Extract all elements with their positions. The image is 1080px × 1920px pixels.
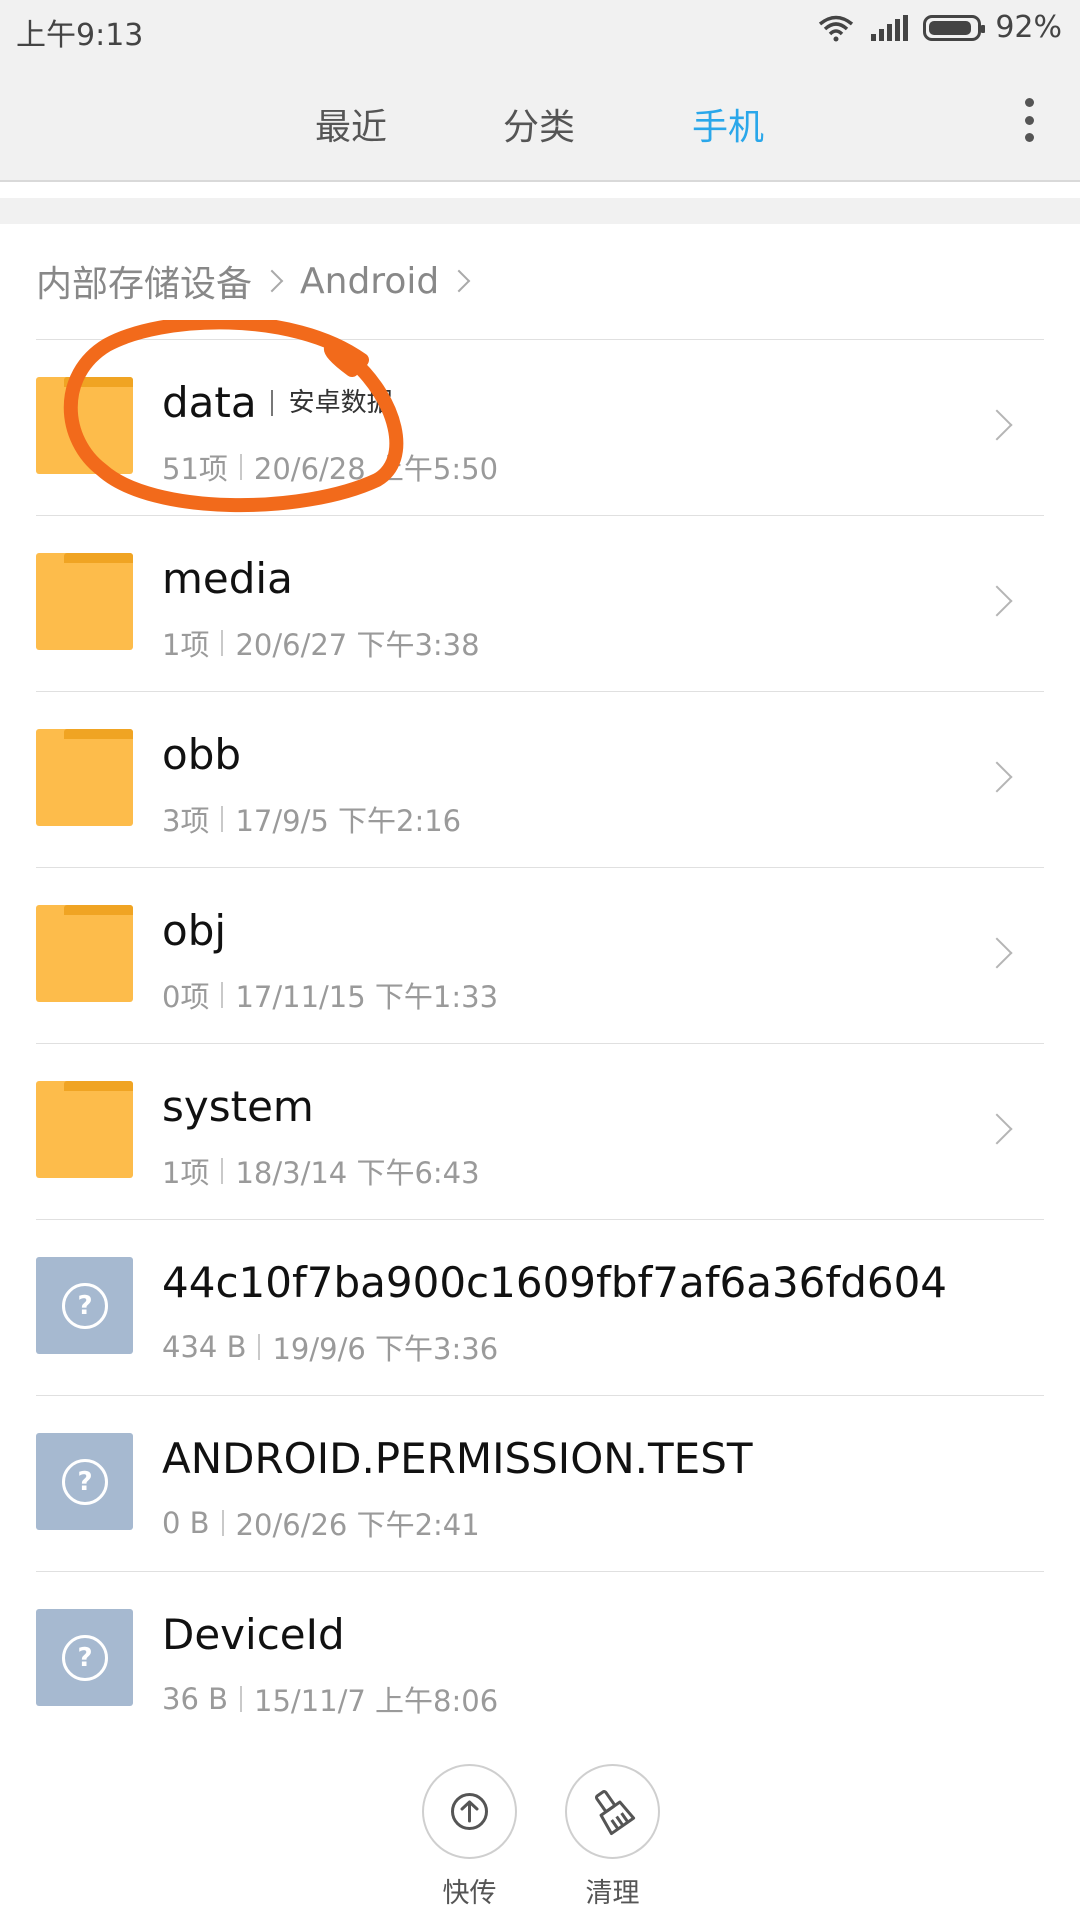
unknown-file-icon: ? [36, 1433, 133, 1530]
status-icons: 92% [817, 10, 1062, 45]
top-bar: 上午9:13 92% 最近 分类 手机 [0, 0, 1080, 182]
share-button[interactable]: 快传 [422, 1764, 517, 1910]
file-size: 0 B [162, 1506, 210, 1540]
chevron-right-icon [981, 761, 1013, 793]
status-bar: 上午9:13 92% [0, 0, 1080, 60]
file-name: obj [162, 906, 227, 955]
file-row-permission-test[interactable]: ? ANDROID.PERMISSION.TEST 0 B 20/6/26 下午2… [36, 1395, 1044, 1571]
file-row-deviceid[interactable]: ? DeviceId 36 B 15/11/7 上午8:06 [36, 1571, 1044, 1748]
file-date: 20/6/27 下午3:38 [235, 628, 480, 662]
upload-icon [422, 1764, 517, 1859]
file-name: DeviceId [162, 1610, 345, 1659]
file-date: 18/3/14 下午6:43 [235, 1156, 480, 1190]
file-name: data [162, 378, 257, 427]
wifi-icon [819, 15, 854, 41]
file-size: 434 B [162, 1330, 247, 1364]
folder-icon [36, 553, 133, 650]
chevron-right-icon [260, 269, 284, 293]
tab-bar: 最近 分类 手机 [0, 70, 1080, 170]
file-count: 1项 [162, 628, 210, 662]
tab-recent[interactable]: 最近 [315, 98, 387, 150]
broom-icon [565, 1764, 660, 1859]
divider-band [0, 198, 1080, 224]
breadcrumb-root[interactable]: 内部存储设备 [36, 255, 252, 307]
battery-percent: 92% [995, 10, 1062, 45]
file-row-hash[interactable]: ? 44c10f7ba900c1609fbf7af6a36fd604 434 B… [36, 1219, 1044, 1395]
more-options-icon[interactable] [1022, 98, 1036, 142]
file-count: 51项 [162, 452, 228, 486]
folder-icon [36, 1081, 133, 1178]
unknown-file-icon: ? [36, 1609, 133, 1706]
breadcrumb: 内部存储设备 Android [36, 255, 487, 307]
file-date: 17/9/5 下午2:16 [235, 804, 462, 838]
file-count: 3项 [162, 804, 210, 838]
folder-icon [36, 905, 133, 1002]
file-row-obb[interactable]: obb 3项 17/9/5 下午2:16 [36, 691, 1044, 867]
file-name: system [162, 1082, 314, 1131]
breadcrumb-current[interactable]: Android [300, 261, 439, 302]
chevron-right-icon [447, 269, 471, 293]
file-name: media [162, 554, 293, 603]
unknown-file-icon: ? [36, 1257, 133, 1354]
file-count: 0项 [162, 980, 210, 1014]
folder-icon [36, 729, 133, 826]
file-row-data[interactable]: data 安卓数据 51项 20/6/28 上午5:50 [36, 339, 1044, 515]
file-name: 44c10f7ba900c1609fbf7af6a36fd604 [162, 1258, 948, 1307]
file-list: data 安卓数据 51项 20/6/28 上午5:50 media 1项 20/6/… [0, 339, 1080, 1748]
tab-phone[interactable]: 手机 [692, 98, 764, 150]
file-tag: 安卓数据 [270, 389, 393, 416]
chevron-right-icon [981, 585, 1013, 617]
file-row-system[interactable]: system 1项 18/3/14 下午6:43 [36, 1043, 1044, 1219]
file-date: 15/11/7 上午8:06 [254, 1684, 499, 1718]
chevron-right-icon [981, 1113, 1013, 1145]
file-row-obj[interactable]: obj 0项 17/11/15 下午1:33 [36, 867, 1044, 1043]
signal-icon [871, 14, 909, 41]
status-time: 上午9:13 [16, 18, 144, 53]
battery-icon [923, 14, 986, 41]
file-date: 20/6/28 上午5:50 [253, 452, 499, 486]
clean-button[interactable]: 清理 [565, 1764, 660, 1910]
file-row-media[interactable]: media 1项 20/6/27 下午3:38 [36, 515, 1044, 691]
file-count: 1项 [162, 1156, 210, 1190]
file-name: ANDROID.PERMISSION.TEST [162, 1434, 753, 1483]
bottom-action-bar: 快传 清理 [0, 1740, 1080, 1920]
file-date: 19/9/6 下午3:36 [272, 1332, 499, 1366]
tab-category[interactable]: 分类 [503, 98, 575, 150]
chevron-right-icon [981, 937, 1013, 969]
chevron-right-icon [981, 409, 1013, 441]
file-name: obb [162, 730, 242, 779]
file-date: 17/11/15 下午1:33 [235, 980, 499, 1014]
folder-icon [36, 377, 133, 474]
file-date: 20/6/26 下午2:41 [235, 1508, 480, 1542]
clean-label: 清理 [585, 1878, 640, 1909]
share-label: 快传 [442, 1878, 497, 1909]
file-size: 36 B [162, 1682, 229, 1716]
